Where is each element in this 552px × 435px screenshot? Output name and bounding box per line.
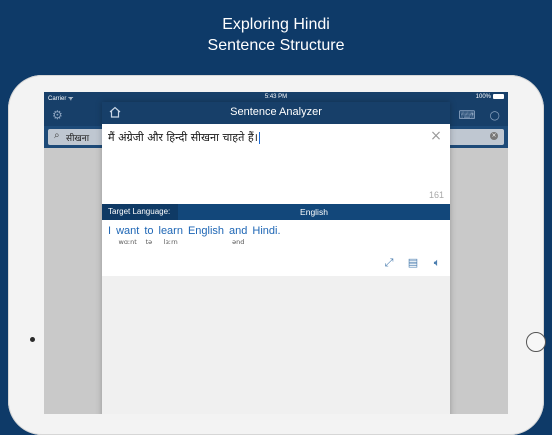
search-icon[interactable]: ○ (490, 108, 500, 122)
expand-icon[interactable]: ⤢ (382, 256, 396, 270)
magnifier-icon: ⌕ (54, 130, 60, 141)
translation-result: Iwant wɑːnt to tə learn lɜːrn English and ənd Hin… (102, 220, 450, 276)
battery-percent: 100% (475, 94, 491, 101)
translation-word[interactable]: Hindi. (252, 224, 280, 247)
translation-word[interactable]: English (188, 224, 224, 247)
sentence-analyzer-dialog: Sentence Analyzer मैं अंग्रेजी और हिन्दी… (102, 102, 450, 414)
camera-dot (30, 337, 35, 342)
translation-word[interactable]: learn lɜːrn (159, 224, 183, 247)
word-text[interactable]: want (116, 224, 139, 238)
headline: Exploring Hindi Sentence Structure (0, 14, 552, 56)
translation-word[interactable]: I (108, 224, 111, 247)
ipad-screen: Carrier ᯤ 5:43 PM 100% ⚙ ⌨ ○ ⌕ सीखना × S… (44, 92, 508, 414)
word-phonetic: lɜːrn (163, 238, 178, 246)
headline-line1: Exploring Hindi (222, 16, 330, 33)
text-caret (258, 132, 260, 144)
dialog-header: Sentence Analyzer (102, 102, 450, 124)
toolbar-right-icons: ⌨ ○ (448, 108, 500, 122)
sentence-text[interactable]: मैं अंग्रेजी और हिन्दी सीखना चाहते हैं। (108, 130, 260, 145)
keyboard-icon[interactable]: ⌨ (458, 108, 475, 122)
character-count: 161 (428, 190, 444, 200)
word-text[interactable]: Hindi. (252, 224, 280, 238)
close-icon[interactable]: × (430, 129, 442, 143)
gear-icon[interactable]: ⚙ (52, 108, 63, 122)
translation-word[interactable]: to tə (144, 224, 153, 247)
translation-word[interactable]: want wɑːnt (116, 224, 139, 247)
analysis-panel (102, 276, 450, 414)
target-language-bar[interactable]: Target Language: English (102, 204, 450, 220)
word-phonetic: ənd (232, 238, 245, 246)
word-text[interactable]: learn (159, 224, 183, 238)
result-actions: ⤢ ▤ 🔈︎ (382, 256, 444, 270)
word-phonetic: tə (145, 238, 153, 246)
word-phonetic: wɑːnt (118, 238, 137, 246)
dialog-title: Sentence Analyzer (230, 106, 322, 118)
word-text[interactable]: I (108, 224, 111, 238)
battery-indicator: 100% (476, 94, 504, 100)
battery-icon (493, 94, 504, 99)
document-icon[interactable]: ▤ (406, 256, 420, 270)
word-text[interactable]: to (144, 224, 153, 238)
word-text[interactable]: and (229, 224, 247, 238)
search-query: सीखना (66, 134, 90, 144)
speaker-icon[interactable]: 🔈︎ (430, 256, 444, 270)
translation-word[interactable]: and ənd (229, 224, 247, 247)
word-text[interactable]: English (188, 224, 224, 238)
target-language-label: Target Language: (102, 204, 178, 220)
clear-search-button[interactable]: × (490, 132, 498, 140)
target-language-value[interactable]: English (178, 204, 450, 220)
headline-line2: Sentence Structure (207, 37, 345, 54)
translation-words: Iwant wɑːnt to tə learn lɜːrn English and ənd Hin… (108, 224, 281, 247)
sentence-input[interactable]: मैं अंग्रेजी और हिन्दी सीखना चाहते हैं। … (102, 124, 450, 204)
home-hardware-button[interactable] (526, 332, 546, 352)
clock: 5:43 PM (264, 94, 288, 100)
